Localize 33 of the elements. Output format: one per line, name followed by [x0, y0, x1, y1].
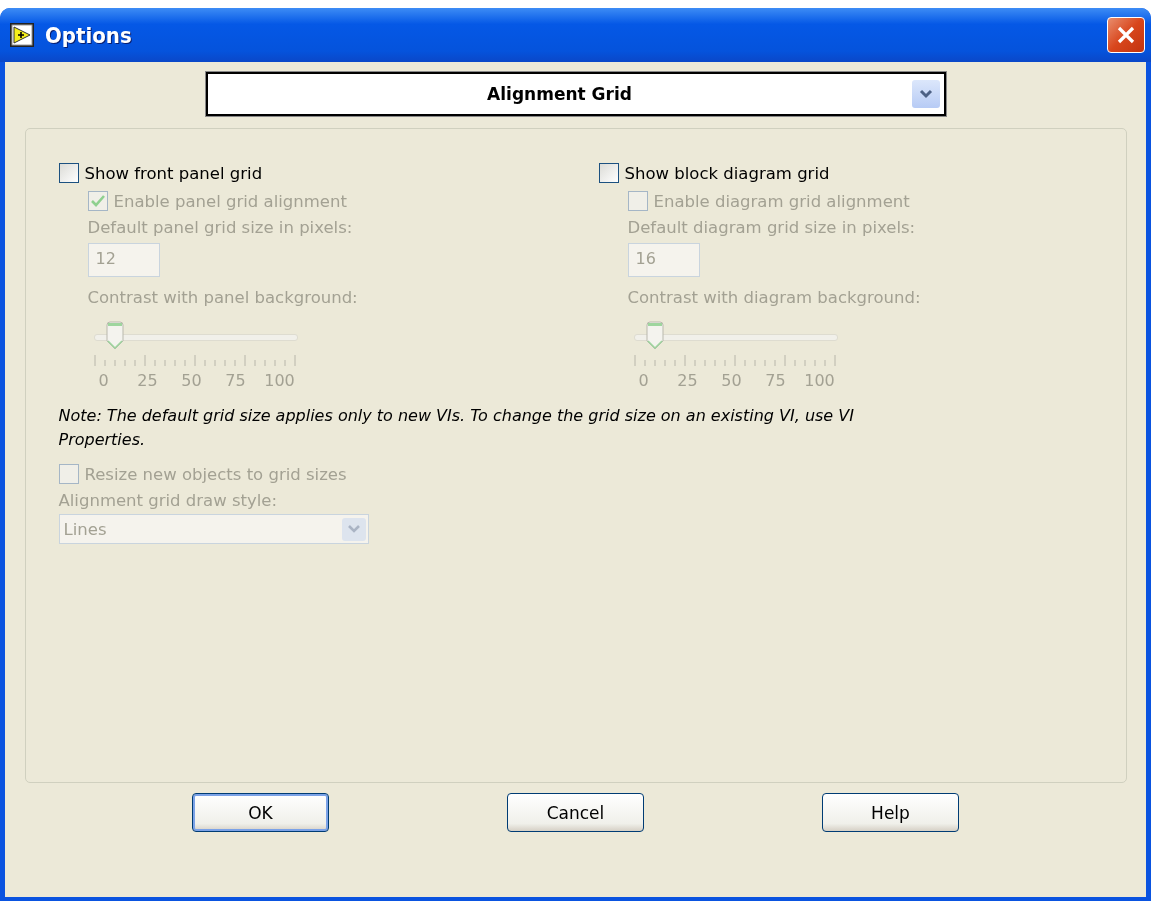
- checkbox[interactable]: [598, 163, 619, 183]
- close-icon: [1115, 24, 1137, 46]
- tick-label: 75: [224, 371, 247, 390]
- tick-label: 25: [136, 371, 159, 390]
- dialog-button[interactable]: Help: [822, 793, 959, 832]
- tick-label: 50: [720, 371, 743, 390]
- note-text: Note: The default grid size applies only to new VIs. To change the grid size on an existing VI, use VI Properties.: [58, 405, 855, 451]
- field-label: Default panel grid size in pixels:: [87, 217, 354, 239]
- field-label: Contrast with panel background:: [87, 287, 359, 309]
- checkbox-label: Show block diagram grid: [624, 163, 830, 183]
- dialog-button[interactable]: OK: [192, 793, 329, 832]
- caret-icon: [911, 80, 940, 108]
- tick-label: 50: [180, 371, 203, 390]
- caret-icon: [341, 517, 366, 541]
- checkbox-label: Show front panel grid: [84, 163, 263, 183]
- checkbox-label: Enable panel grid alignment: [113, 191, 347, 211]
- tick-label: 100: [263, 371, 296, 390]
- window-title: Options: [45, 22, 133, 48]
- tick-label: 0: [637, 371, 650, 390]
- field-label: Contrast with diagram background:: [627, 287, 922, 309]
- checkbox[interactable]: [58, 163, 79, 183]
- tick-label: 25: [676, 371, 699, 390]
- field-label: Alignment grid draw style:: [58, 490, 279, 512]
- app-icon: [9, 22, 35, 48]
- category-dropdown[interactable]: Alignment Grid: [205, 72, 946, 116]
- checkbox-label: Enable diagram grid alignment: [653, 191, 910, 211]
- dialog-button[interactable]: Cancel: [507, 793, 644, 832]
- tick-label: 100: [803, 371, 836, 390]
- checkbox-label: Resize new objects to grid sizes: [84, 464, 347, 484]
- tick-label: 75: [764, 371, 787, 390]
- field-label: Default diagram grid size in pixels:: [627, 217, 917, 239]
- close-button[interactable]: [1107, 17, 1145, 53]
- tick-label: 0: [97, 371, 110, 390]
